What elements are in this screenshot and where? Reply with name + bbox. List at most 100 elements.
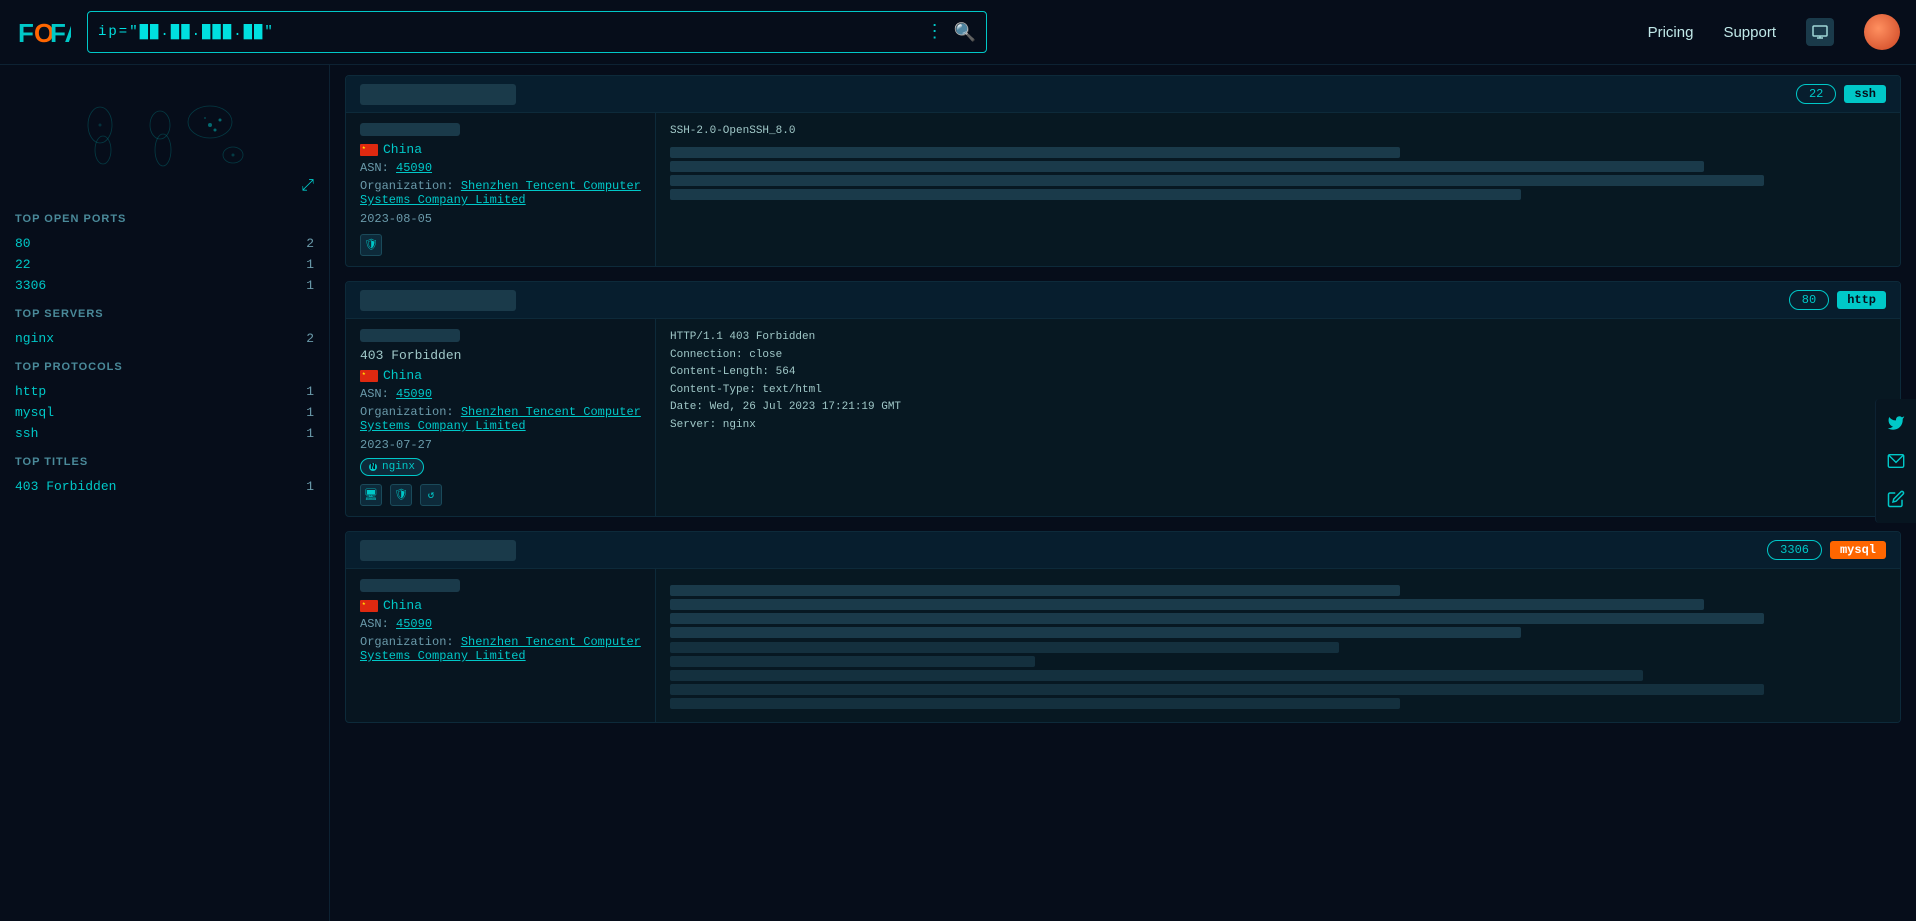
org-row: Organization: Shenzhen Tencent Computer … xyxy=(360,405,641,433)
sidebar-item-label: 22 xyxy=(15,257,306,272)
response-text: SSH-2.0-OpenSSH_8.0 xyxy=(670,123,1886,141)
sidebar-section-title: TOP SERVERS xyxy=(15,308,314,320)
result-card-header: ████████████22 ssh xyxy=(346,76,1900,113)
svg-text:FA: FA xyxy=(50,18,71,48)
asn-link[interactable]: 45090 xyxy=(396,161,432,175)
country-flag xyxy=(360,144,378,156)
result-date: 2023-08-05 xyxy=(360,212,641,226)
server-tag-badge[interactable]: Nnginx xyxy=(360,458,424,476)
result-ip[interactable]: ████████████ xyxy=(360,542,1767,559)
asn-row: ASN: 45090 xyxy=(360,617,641,631)
sidebar: ⤢ TOP OPEN PORTS80222133061TOP SERVERSng… xyxy=(0,65,330,921)
result-card: ████████████22 ssh ChinaASN: 45090Organiza… xyxy=(345,75,1901,267)
sidebar-item[interactable]: mysql1 xyxy=(15,402,314,423)
result-icon-row: 🛡 xyxy=(360,234,641,256)
search-button[interactable]: 🔍 xyxy=(954,22,976,43)
map-container: ⤢ xyxy=(0,75,329,205)
result-card-header: ████████████3306 mysql xyxy=(346,532,1900,569)
result-right-col: SSH-2.0-OpenSSH_8.0 xyxy=(656,113,1900,266)
response-text: HTTP/1.1 403 Forbidden Connection: close… xyxy=(670,329,1886,435)
port-badge: 80 xyxy=(1789,290,1829,310)
sidebar-sections: TOP OPEN PORTS80222133061TOP SERVERSngin… xyxy=(0,205,329,501)
sidebar-item-count: 2 xyxy=(306,236,314,251)
email-icon[interactable] xyxy=(1882,447,1910,475)
sidebar-item-label: 403 Forbidden xyxy=(15,479,306,494)
svg-text:F: F xyxy=(18,18,34,48)
results-container: ████████████22sshChinaASN: 45090Organiza… xyxy=(345,75,1901,723)
sidebar-item[interactable]: nginx2 xyxy=(15,328,314,349)
result-card: ████████████80http 403 Forbidden China ASN:… xyxy=(345,281,1901,517)
map-expand-icon[interactable]: ⤢ xyxy=(301,177,314,195)
result-card-header: ████████████80http xyxy=(346,282,1900,319)
pricing-link[interactable]: Pricing xyxy=(1648,24,1694,41)
sidebar-section: TOP PROTOCOLShttp1mysql1ssh1 xyxy=(0,353,329,448)
result-right-col: HTTP/1.1 403 Forbidden Connection: close… xyxy=(656,319,1900,516)
sidebar-item[interactable]: 403 Forbidden1 xyxy=(15,476,314,497)
search-bar: ⋮ 🔍 xyxy=(87,11,987,53)
sidebar-item-count: 2 xyxy=(306,331,314,346)
result-icon-row: 🖥 🛡 ↺ xyxy=(360,484,641,506)
sidebar-item[interactable]: http1 xyxy=(15,381,314,402)
results-content: ████████████22sshChinaASN: 45090Organiza… xyxy=(330,65,1916,921)
result-date: 2023-07-27 xyxy=(360,438,641,452)
result-title: 403 Forbidden xyxy=(360,348,641,363)
result-card-body: 403 Forbidden China ASN: 45090 Organization… xyxy=(346,319,1900,516)
social-sidebar xyxy=(1875,399,1916,523)
sidebar-item[interactable]: ssh1 xyxy=(15,423,314,444)
country-name: China xyxy=(383,142,422,157)
asn-row: ASN: 45090 xyxy=(360,387,641,401)
refresh-icon[interactable]: ↺ xyxy=(420,484,442,506)
sidebar-item[interactable]: 33061 xyxy=(15,275,314,296)
result-right-col xyxy=(656,569,1900,722)
sidebar-item[interactable]: 802 xyxy=(15,233,314,254)
sidebar-item[interactable]: 221 xyxy=(15,254,314,275)
edit-icon[interactable] xyxy=(1882,485,1910,513)
sidebar-section-title: TOP TITLES xyxy=(15,456,314,468)
sidebar-item-label: 80 xyxy=(15,236,306,251)
asn-link[interactable]: 45090 xyxy=(396,617,432,631)
sidebar-item-count: 1 xyxy=(306,257,314,272)
fofa-logo: F O FA xyxy=(16,12,71,52)
port-badge: 3306 xyxy=(1767,540,1822,560)
sidebar-section: TOP TITLES 403 Forbidden1 xyxy=(0,448,329,501)
country-row: China xyxy=(360,142,641,157)
sidebar-item-label: mysql xyxy=(15,405,306,420)
result-card: ████████████3306 mysql China ASN: 45090 Orga… xyxy=(345,531,1901,723)
screen-icon[interactable]: 🖥 xyxy=(360,484,382,506)
main-layout: ⤢ TOP OPEN PORTS80222133061TOP SERVERSng… xyxy=(0,65,1916,921)
sidebar-item-count: 1 xyxy=(306,405,314,420)
result-left-col: ChinaASN: 45090Organization: Shenzhen Te… xyxy=(346,113,656,266)
result-card-body: ChinaASN: 45090Organization: Shenzhen Te… xyxy=(346,113,1900,266)
search-options-icon[interactable]: ⋮ xyxy=(926,21,944,43)
header: F O FA ⋮ 🔍 Pricing Support xyxy=(0,0,1916,65)
sidebar-section-title: TOP PROTOCOLS xyxy=(15,361,314,373)
shield-icon[interactable]: 🛡 xyxy=(360,234,382,256)
shield-icon[interactable]: 🛡 xyxy=(390,484,412,506)
result-left-col: 403 Forbidden China ASN: 45090 Organization… xyxy=(346,319,656,516)
country-flag xyxy=(360,370,378,382)
result-ip[interactable]: ████████████ xyxy=(360,86,1796,103)
org-row: Organization: Shenzhen Tencent Computer … xyxy=(360,635,641,663)
sidebar-section: TOP SERVERS nginx2 xyxy=(0,300,329,353)
user-avatar[interactable] xyxy=(1864,14,1900,50)
org-row: Organization: Shenzhen Tencent Computer … xyxy=(360,179,641,207)
twitter-icon[interactable] xyxy=(1882,409,1910,437)
sidebar-item-count: 1 xyxy=(306,479,314,494)
protocol-badge: mysql xyxy=(1830,541,1886,559)
port-badge: 22 xyxy=(1796,84,1836,104)
support-link[interactable]: Support xyxy=(1723,24,1776,41)
sidebar-item-label: ssh xyxy=(15,426,306,441)
result-ip[interactable]: ████████████ xyxy=(360,292,1789,309)
country-row: China xyxy=(360,598,641,613)
country-name: China xyxy=(383,598,422,613)
screen-share-icon[interactable] xyxy=(1806,18,1834,46)
protocol-badge: ssh xyxy=(1844,85,1886,103)
search-input[interactable] xyxy=(98,24,926,40)
sidebar-section: TOP OPEN PORTS80222133061 xyxy=(0,205,329,300)
sidebar-item-count: 1 xyxy=(306,278,314,293)
country-flag xyxy=(360,600,378,612)
country-name: China xyxy=(383,368,422,383)
country-row: China xyxy=(360,368,641,383)
asn-link[interactable]: 45090 xyxy=(396,387,432,401)
sidebar-section-title: TOP OPEN PORTS xyxy=(15,213,314,225)
